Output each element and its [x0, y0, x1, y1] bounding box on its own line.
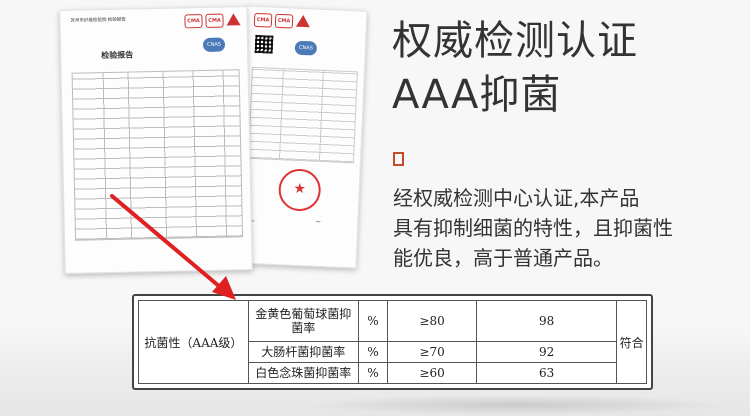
results-table-frame: 抗菌性（AAA级） 金黄色葡萄球菌抑菌率 % ≥80 98 符合 大肠杆菌抑菌率… — [132, 294, 653, 390]
conclusion-cell: 符合 — [616, 300, 647, 384]
description-line-3: 能优良，高于普通产品。 — [393, 246, 613, 270]
description-line-1: 经权威检测中心认证,本产品 — [393, 186, 640, 210]
heading-line-2: AAA抑菌 — [392, 72, 562, 118]
description: 经权威检测中心认证,本产品 具有抑制细菌的特性，且抑菌性 能优良，高于普通产品。 — [393, 183, 733, 273]
background-smear — [300, 395, 730, 415]
cal-triangle-icon — [295, 14, 311, 28]
table-row: 抗菌性（AAA级） 金黄色葡萄球菌抑菌率 % ≥80 98 符合 — [138, 300, 647, 384]
item-cell: 大肠杆菌抑菌率 — [247, 340, 359, 363]
unit-cell: % — [357, 300, 389, 342]
item-cell: 白色念珠菌抑菌率 — [247, 361, 359, 385]
unit-cell: % — [357, 361, 389, 385]
certification-logos-left: CMA CMA — [184, 13, 241, 29]
standard-cell: ≥60 — [387, 361, 477, 385]
results-table: 抗菌性（AAA级） 金黄色葡萄球菌抑菌率 % ≥80 98 符合 大肠杆菌抑菌率… — [138, 300, 647, 385]
certification-logos: CMA CMA — [253, 12, 311, 29]
cma-logo-icon-2: CMA — [274, 13, 294, 29]
report-grid-1 — [71, 69, 244, 241]
category-cell: 抗菌性（AAA级） — [138, 300, 249, 384]
item-cell: 金黄色葡萄球菌抑菌率 — [247, 300, 359, 342]
test-report-page-2: CMA CMA CNAS ★ ~ ~ — [234, 5, 368, 269]
cnas-logo-icon: CNAS — [294, 40, 318, 56]
cma-logo-icon-3: CMA — [184, 14, 203, 29]
cnas-logo-icon-2: CNAS — [202, 37, 226, 52]
standard-cell: ≥80 — [387, 300, 477, 342]
bullet-marker-icon — [393, 152, 404, 166]
report-grid-2 — [248, 66, 358, 164]
cal-triangle-icon-2 — [226, 13, 241, 26]
value-cell: 92 — [475, 340, 618, 363]
cma-logo-icon-4: CMA — [205, 13, 224, 28]
report-header: 苏州市纤维检验院 检验报告 — [70, 17, 126, 24]
unit-cell: % — [357, 340, 389, 363]
report-title: 检验报告 — [101, 49, 134, 61]
value-cell: 63 — [475, 361, 618, 385]
value-cell: 98 — [475, 300, 618, 342]
standard-cell: ≥70 — [387, 340, 477, 363]
cma-logo-icon: CMA — [253, 12, 273, 28]
heading-line-1: 权威检测认证 — [392, 18, 638, 64]
test-report-page-1: 苏州市纤维检验院 检验报告 CMA CMA CNAS 检验报告 — [59, 6, 253, 274]
official-seal-icon: ★ — [277, 168, 322, 212]
qr-code-icon — [254, 34, 274, 54]
description-line-2: 具有抑制细菌的特性，且抑菌性 — [393, 216, 673, 240]
signature-2: ~ — [315, 217, 322, 226]
